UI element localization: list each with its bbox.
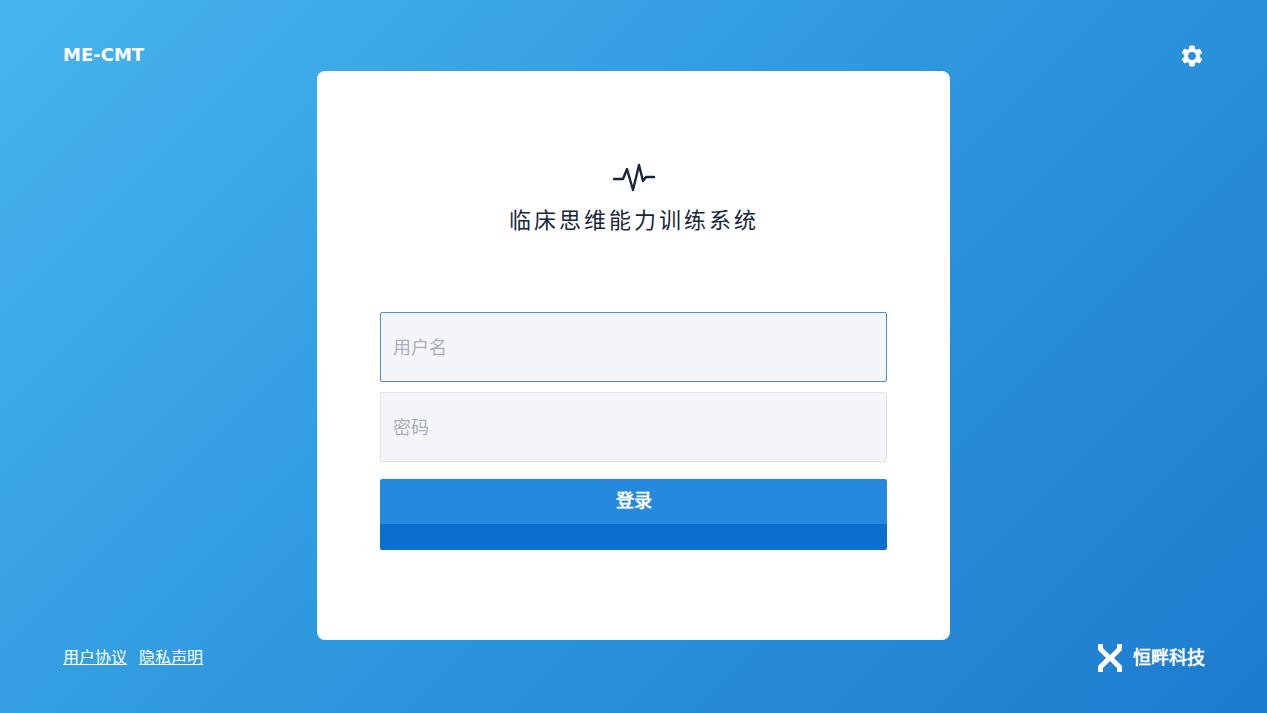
company-brand: 恒畔科技 <box>1097 643 1205 673</box>
pulse-icon <box>612 160 656 196</box>
footer-link[interactable]: 用户协议 <box>63 647 127 669</box>
password-input[interactable] <box>380 392 887 462</box>
login-card: 临床思维能力训练系统 登录 <box>317 71 950 640</box>
login-button[interactable]: 登录 <box>380 479 887 550</box>
username-input[interactable] <box>380 312 887 382</box>
company-name: 恒畔科技 <box>1133 646 1205 670</box>
footer-links: 用户协议隐私声明 <box>63 647 309 669</box>
right-column: 恒畔科技 <box>950 0 1267 713</box>
settings-gear-icon[interactable] <box>1179 43 1205 69</box>
login-label: 登录 <box>616 490 652 512</box>
company-logo-icon <box>1097 643 1123 673</box>
footer-link[interactable]: 隐私声明 <box>139 647 203 669</box>
login-screen: ME-CMT 用户协议隐私声明 临床思维能力训练系统 登录 恒畔科技 <box>0 0 1267 713</box>
app-code: ME-CMT <box>63 44 309 66</box>
left-column: ME-CMT 用户协议隐私声明 <box>0 0 317 713</box>
system-title: 临床思维能力训练系统 <box>380 206 887 236</box>
